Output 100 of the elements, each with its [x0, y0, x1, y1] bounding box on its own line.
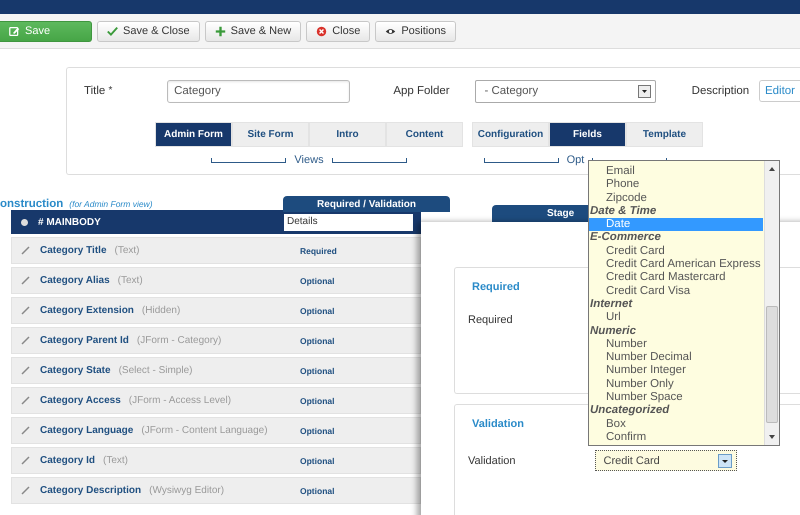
field-status: Optional — [300, 456, 336, 466]
app-folder-select[interactable]: - Category — [475, 80, 656, 102]
field-status: Optional — [300, 396, 336, 406]
field-type: (JForm - Category) — [136, 335, 222, 346]
field-label: Description — [692, 85, 750, 97]
field-status: Optional — [300, 336, 336, 346]
field-label: Validation — [468, 454, 516, 466]
check-icon — [107, 26, 118, 36]
dropdown-option[interactable]: Url — [589, 311, 764, 325]
field-name: Category Alias — [40, 275, 110, 286]
field-row[interactable]: Category Language (JForm - Content Language) Optional — [11, 417, 421, 444]
pencil-icon — [21, 456, 30, 465]
dropdown-option[interactable]: Number Only — [589, 378, 764, 392]
dropdown-option[interactable]: Phone — [589, 178, 764, 192]
view-tab[interactable]: Template — [626, 122, 703, 147]
caret-icon — [718, 454, 732, 468]
column-tab[interactable]: Required / Validation — [283, 196, 450, 212]
field-row[interactable]: Category Id (Text) Optional — [11, 447, 421, 474]
dropdown-option[interactable]: Email — [589, 165, 764, 178]
dropdown-option[interactable]: Number Integer — [589, 364, 764, 378]
field-row[interactable]: Category Description (Wysiwyg Editor) Optional — [11, 477, 421, 504]
pencil-icon — [21, 306, 30, 315]
field-name: Category Access — [40, 395, 121, 406]
field-type: (JForm - Content Language) — [141, 425, 269, 436]
field-row[interactable]: Category Title (Text) Required — [11, 237, 421, 264]
plus-icon — [214, 26, 226, 36]
field-name: Category Description — [40, 485, 142, 496]
field-type: (Hidden) — [142, 305, 182, 316]
title-field[interactable]: Category — [167, 80, 350, 102]
tab-group-label: Views — [294, 154, 324, 166]
view-tab[interactable]: Configuration — [472, 122, 549, 147]
field-type: (Text) — [114, 245, 140, 256]
pencil-icon — [21, 486, 30, 495]
edit-icon — [9, 26, 20, 36]
field-name: Category Extension — [40, 305, 134, 316]
option-group-label: Uncategorized — [589, 404, 670, 418]
card-heading: Required — [472, 281, 520, 293]
field-row[interactable]: Category Parent Id (JForm - Category) Optional — [11, 327, 421, 354]
validation-select[interactable]: Credit Card — [594, 450, 736, 471]
dropdown-option[interactable]: Number Decimal — [589, 351, 764, 364]
field-name: Category State — [40, 365, 111, 376]
field-row[interactable]: Category State (Select - Simple) Optional — [11, 357, 421, 384]
dropdown-option[interactable]: Confirm — [589, 430, 764, 444]
field-status: Optional — [300, 306, 336, 316]
view-tab[interactable]: Content — [386, 122, 463, 147]
option-group-label: E-Commerce — [589, 231, 662, 245]
field-type: (Wysiwyg Editor) — [149, 485, 226, 496]
field-status: Optional — [300, 366, 336, 376]
field-name: Category Parent Id — [40, 335, 129, 346]
field-row[interactable]: Category Extension (Hidden) Optional — [11, 297, 421, 324]
pencil-icon — [21, 246, 30, 255]
field-status: Optional — [300, 426, 336, 436]
dropdown-option[interactable]: Number — [589, 338, 764, 352]
details-field[interactable]: Details — [284, 214, 413, 230]
view-tab[interactable]: Site Form — [232, 122, 309, 147]
section-title: onstruction — [0, 198, 64, 210]
field-row[interactable]: Category Alias (Text) Optional — [11, 267, 421, 294]
view-tab[interactable]: Intro — [309, 122, 386, 147]
dropdown-option[interactable]: Credit Card Visa — [589, 284, 764, 298]
field-status: Optional — [300, 486, 336, 496]
dropdown-option[interactable]: Zipcode — [589, 192, 764, 205]
field-status: Optional — [300, 276, 336, 286]
toolbar-button[interactable]: Save & Close — [97, 20, 200, 42]
dropdown-option[interactable]: Number Space — [589, 391, 764, 404]
editor-button[interactable]: Editor — [758, 80, 800, 102]
field-row[interactable]: Category Access (JForm - Access Level) Optional — [11, 387, 421, 414]
section-subtitle: (for Admin Form view) — [69, 199, 153, 209]
view-tab[interactable]: Admin Form — [155, 122, 232, 147]
dropdown-option[interactable]: Credit Card American Express — [589, 258, 764, 272]
field-type: (JForm - Access Level) — [128, 395, 232, 406]
arrow-down-icon[interactable] — [769, 435, 775, 439]
close-icon — [316, 26, 328, 36]
field-name: Category Id — [40, 455, 96, 466]
tab-group-label: Opt — [566, 154, 584, 166]
field-type: (Select - Simple) — [118, 365, 194, 376]
option-group-label: Numeric — [589, 324, 638, 338]
view-tab[interactable]: Fields — [549, 122, 626, 147]
field-label: App Folder — [393, 85, 451, 97]
field-name: Category Title — [40, 245, 106, 256]
dropdown-option[interactable]: Credit Card Mastercard — [589, 271, 764, 285]
mainbody-row[interactable]: # MAINBODY Details — [11, 210, 421, 234]
scrollbar[interactable] — [764, 161, 779, 445]
dropdown-option[interactable]: Credit Card — [589, 244, 764, 258]
arrow-up-icon[interactable] — [769, 167, 775, 171]
field-type: (Text) — [103, 455, 130, 466]
pencil-icon — [21, 366, 30, 375]
field-name: Category Language — [40, 425, 134, 436]
option-group-label: Internet — [589, 298, 634, 312]
dropdown-option[interactable]: Box — [589, 418, 764, 431]
pencil-icon — [21, 336, 30, 345]
toolbar-button[interactable]: Close — [306, 20, 370, 42]
dot-icon — [21, 218, 28, 226]
field-status: Required — [300, 246, 338, 256]
pencil-icon — [21, 426, 30, 435]
pencil-icon — [21, 276, 30, 285]
caret-icon — [638, 84, 651, 98]
toolbar-button[interactable]: Positions — [375, 20, 456, 42]
card-heading: Validation — [472, 418, 524, 430]
toolbar-button[interactable]: Save & New — [204, 20, 302, 42]
pencil-icon — [21, 396, 30, 405]
